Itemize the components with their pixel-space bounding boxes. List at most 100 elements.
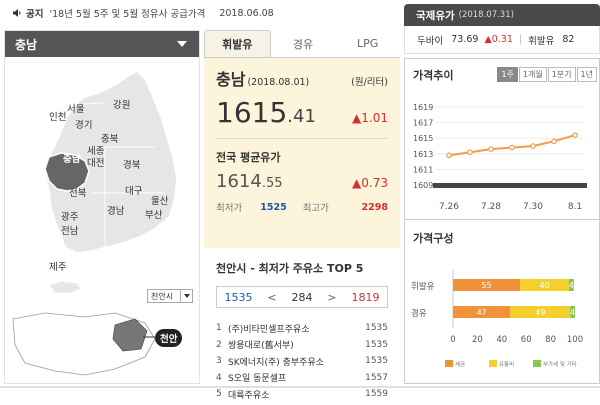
map-label-chungnam[interactable]: 충남: [63, 151, 80, 165]
period-1quarter[interactable]: 1분기: [547, 67, 576, 82]
map-label-jeonbuk[interactable]: 전북: [69, 185, 86, 199]
station-name[interactable]: SK에너지(주) 충부주유소: [228, 355, 365, 368]
region-price-box: 충남 (2018.08.01) (원/리터) 1615 .41 ▲1.01 전국…: [204, 58, 400, 248]
station-name[interactable]: 대륙주유소: [228, 388, 365, 401]
period-tabs: 1주 1개월 1분기 1년: [496, 67, 597, 82]
x-tick-label: 8.1: [568, 202, 582, 212]
korea-map[interactable]: 서울 인천 경기 강원 충북 세종 대전 충남 경북 전북 대구 울산 경남 부…: [5, 57, 199, 309]
map-label-ulsan[interactable]: 울산: [151, 193, 168, 207]
station-list: 1 (주)비타민셀프주유소 1535 2 쌍용대로(舊서부) 1535 3 SK에너지(주…: [216, 320, 388, 403]
list-item[interactable]: 1 (주)비타민셀프주유소 1535: [216, 320, 388, 337]
price-trend-title: 가격추이: [413, 69, 454, 82]
cheonan-tag: 천안: [155, 329, 183, 347]
notice-bar[interactable]: 공지 '18년 5월 5주 및 5월 정유사 공급가격 2018.06.08: [0, 0, 400, 26]
bar-value-label: 4: [570, 308, 575, 317]
dubai-value: 73.69: [451, 34, 479, 45]
list-item[interactable]: 4 S오일 동문셀프 1557: [216, 370, 388, 387]
intl-oil-header[interactable]: 국제유가 (2018.07.31): [404, 4, 600, 26]
divider: |: [518, 34, 523, 45]
map-label-gyeongbuk[interactable]: 경북: [123, 157, 140, 171]
national-avg-dec: .55: [261, 176, 283, 191]
map-label-gyeongnam[interactable]: 경남: [107, 203, 124, 217]
y-tick-label: 1609: [413, 181, 433, 190]
divider: [0, 386, 600, 388]
tab-lpg[interactable]: LPG: [335, 30, 401, 57]
y-tick-label: 1611: [413, 165, 433, 174]
legend-label: 유통비: [499, 360, 514, 368]
station-name[interactable]: (주)비타민셀프주유소: [228, 322, 365, 335]
map-label-daejeon[interactable]: 대전: [87, 155, 104, 169]
tab-diesel[interactable]: 경유: [270, 30, 336, 57]
bar-value-label: 49: [535, 308, 545, 317]
map-label-gwangju[interactable]: 광주: [61, 209, 78, 223]
chevron-down-icon: [180, 290, 192, 302]
map-label-daegu[interactable]: 대구: [125, 183, 142, 197]
list-item[interactable]: 5 대륙주유소 1559: [216, 386, 388, 403]
top5-section: 천안시 - 최저가 주유소 TOP 5 1535 < 284 > 1819 1 (…: [204, 248, 400, 405]
x-tick-label: 7.30: [523, 202, 543, 212]
notice-text[interactable]: '18년 5월 5주 및 5월 정유사 공급가격: [49, 6, 205, 20]
station-price: 1559: [365, 389, 388, 400]
y-tick-label: 1619: [413, 103, 433, 112]
jeju-island-shape: [48, 280, 82, 294]
station-rank: 3: [216, 356, 222, 367]
bar-value-label: 47: [477, 308, 487, 317]
region-price-int: 1615: [216, 96, 288, 129]
city-mini-map: 천안: [5, 309, 199, 383]
region-price-dec: .41: [287, 106, 316, 127]
divider: [216, 138, 388, 139]
price-composition-card: 0 20 40 60 80 100 휘발유 55 40 4 경유 47 49 4 세금 유통비 부가세 및 기타…: [404, 220, 600, 384]
top5-title: 천안시 - 최저가 주유소 TOP 5: [216, 262, 364, 275]
region-select[interactable]: 충남: [5, 31, 199, 57]
period-1week[interactable]: 1주: [497, 67, 518, 82]
map-label-jeju[interactable]: 제주: [49, 259, 66, 273]
max-price-label: 최고가: [302, 203, 329, 214]
x-tick-label: 20: [472, 335, 483, 345]
station-rank: 1: [216, 323, 222, 334]
x-tick-label: 7.28: [481, 202, 501, 212]
period-1year[interactable]: 1년: [576, 67, 597, 82]
period-1month[interactable]: 1개월: [518, 67, 547, 82]
list-item[interactable]: 3 SK에너지(주) 충부주유소 1535: [216, 353, 388, 370]
bar-value-label: 40: [539, 281, 549, 290]
station-name[interactable]: 쌍용대로(舊서부): [228, 338, 365, 351]
national-avg-int: 1614: [216, 171, 262, 192]
station-count: 284: [291, 290, 313, 304]
map-label-gangwon[interactable]: 강원: [113, 97, 130, 111]
station-rank: 5: [216, 389, 222, 400]
legend-swatch: [445, 360, 453, 367]
x-tick-label: 80: [545, 335, 556, 345]
tab-gasoline[interactable]: 휘발유: [204, 30, 271, 57]
y-tick-label: 1615: [413, 134, 433, 143]
gasoline-intl-value: 82: [562, 34, 575, 45]
range-high: 1819: [351, 290, 380, 304]
speaker-icon: [13, 9, 21, 17]
map-label-gyeonggi[interactable]: 경기: [75, 117, 92, 131]
chevron-right-icon[interactable]: >: [327, 291, 336, 304]
price-trend-chart: 1619 1617 1615 1613 1611 1609 7.26 7.28 7.30 8.1: [413, 103, 587, 212]
intl-oil-date: (2018.07.31): [458, 10, 514, 20]
price-date: (2018.08.01): [247, 77, 310, 88]
chevron-left-icon[interactable]: <: [267, 291, 276, 304]
data-point: [572, 132, 578, 138]
bar-value-label: 55: [481, 281, 491, 290]
station-name[interactable]: S오일 동문셀프: [228, 371, 365, 384]
price-trend-card: 1619 1617 1615 1613 1611 1609 7.26 7.28 7.30 8.1 …: [404, 58, 600, 220]
data-point: [509, 144, 515, 151]
station-rank: 2: [216, 339, 222, 350]
map-label-incheon[interactable]: 인천: [49, 109, 66, 123]
notice-label: 공지: [26, 9, 44, 20]
list-item[interactable]: 2 쌍용대로(舊서부) 1535: [216, 337, 388, 354]
korea-map-svg: [44, 70, 178, 294]
fuel-tabs: 휘발유 경유 LPG: [204, 30, 401, 58]
city-select[interactable]: 천안시: [147, 289, 193, 303]
price-region: 충남: [216, 70, 246, 89]
map-label-busan[interactable]: 부산: [145, 207, 162, 221]
map-label-seoul[interactable]: 서울: [67, 101, 84, 115]
city-select-value: 천안시: [151, 291, 174, 301]
price-composition-title: 가격구성: [413, 232, 454, 245]
x-tick-label: 40: [496, 335, 507, 345]
national-avg-title: 전국 평균유가: [216, 151, 281, 164]
map-label-jeonnam[interactable]: 전남: [61, 223, 78, 237]
bar-value-label: 4: [569, 281, 574, 290]
